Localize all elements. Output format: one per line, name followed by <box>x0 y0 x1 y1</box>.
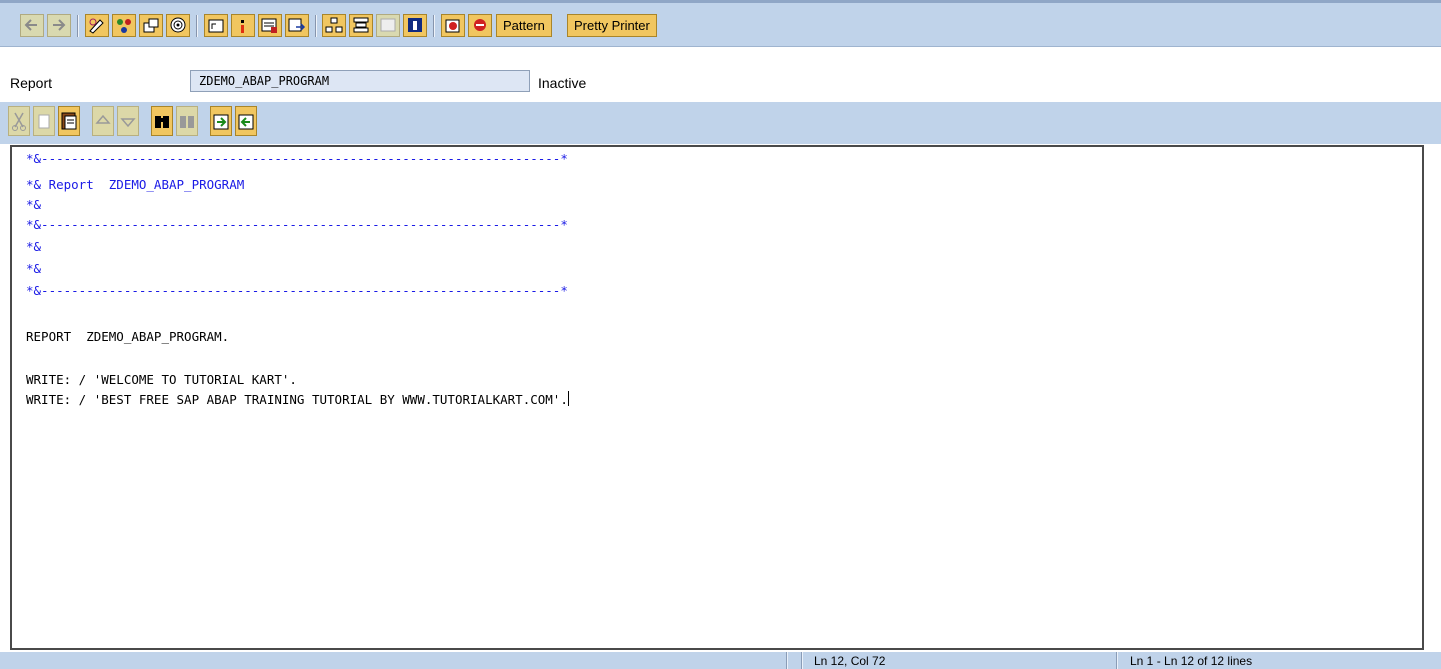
toolbar-separator <box>77 15 79 37</box>
status-divider <box>786 652 788 669</box>
editor-toolbar <box>0 102 1441 144</box>
code-line: REPORT ZDEMO_ABAP_PROGRAM. <box>26 329 230 344</box>
code-line: *&--------------------------------------… <box>26 217 568 232</box>
activate-icon <box>170 17 186 33</box>
navigation-icon <box>288 18 306 32</box>
objects-icon <box>117 19 131 33</box>
stack-icon <box>353 17 369 33</box>
status-bar: Ln 12, Col 72 Ln 1 - Ln 12 of 12 lines <box>0 652 1441 669</box>
redo-button[interactable] <box>117 106 139 136</box>
help-button[interactable] <box>403 14 427 37</box>
stop-icon <box>474 19 486 31</box>
cursor-position: Ln 12, Col 72 <box>814 654 886 668</box>
find-next-button[interactable] <box>176 106 198 136</box>
check-icon <box>143 18 159 33</box>
download-button[interactable] <box>235 106 257 136</box>
toolbar-separator <box>196 15 198 37</box>
where-used-icon <box>241 20 244 33</box>
abap-code-editor[interactable]: *&--------------------------------------… <box>10 145 1424 650</box>
line-range: Ln 1 - Ln 12 of 12 lines <box>1130 654 1253 668</box>
download-icon <box>238 114 254 130</box>
code-line: *& <box>26 239 42 254</box>
code-line: *& Report ZDEMO_ABAP_PROGRAM <box>26 177 245 192</box>
find-next-icon <box>180 116 194 128</box>
upload-button[interactable] <box>210 106 232 136</box>
back-button[interactable] <box>20 14 44 37</box>
set-breakpoint-button[interactable] <box>441 14 465 37</box>
toggle-display-change-button[interactable] <box>85 14 109 37</box>
code-line: *&--------------------------------------… <box>26 151 568 166</box>
toolbar-separator <box>315 15 317 37</box>
text-cursor <box>567 391 569 406</box>
find-button[interactable] <box>151 106 173 136</box>
status-divider <box>801 652 803 669</box>
scissors-icon <box>12 112 26 131</box>
copy-button[interactable] <box>33 106 55 136</box>
arrow-left-icon <box>24 19 37 31</box>
code-line-text: WRITE: / 'BEST FREE SAP ABAP TRAINING TU… <box>26 392 568 407</box>
application-toolbar: Pattern Pretty Printer <box>0 3 1441 47</box>
object-list-icon <box>261 18 277 33</box>
check-button[interactable] <box>139 14 163 37</box>
code-line: *&--------------------------------------… <box>26 283 568 298</box>
program-name-field[interactable]: ZDEMO_ABAP_PROGRAM <box>190 70 530 92</box>
test-direct-button[interactable] <box>204 14 228 37</box>
code-line: WRITE: / 'WELCOME TO TUTORIAL KART'. <box>26 372 297 387</box>
paste-button[interactable] <box>58 106 80 136</box>
session-breakpoint-button[interactable] <box>468 14 492 37</box>
info-icon <box>408 18 422 32</box>
code-line-current: WRITE: / 'BEST FREE SAP ABAP TRAINING TU… <box>26 390 569 409</box>
toolbar-separator <box>433 15 435 37</box>
paste-icon <box>61 112 77 130</box>
upload-icon <box>213 114 229 130</box>
program-status: Inactive <box>538 75 587 91</box>
binoculars-icon <box>155 116 169 128</box>
enhancement-button[interactable] <box>349 14 373 37</box>
code-line: *& <box>26 261 42 276</box>
inactive-list-button[interactable] <box>376 14 400 37</box>
undo-icon <box>95 114 111 124</box>
forward-button[interactable] <box>47 14 71 37</box>
program-header: Report ZDEMO_ABAP_PROGRAM Inactive <box>0 47 1441 102</box>
status-divider <box>1116 652 1118 669</box>
arrow-right-icon <box>53 19 66 31</box>
where-used-button[interactable] <box>231 14 255 37</box>
report-label: Report <box>10 75 53 91</box>
test-icon <box>208 19 224 33</box>
object-list-button[interactable] <box>258 14 282 37</box>
code-line: *& <box>26 197 42 212</box>
cut-button[interactable] <box>8 106 30 136</box>
navigation-window-button[interactable] <box>285 14 309 37</box>
list-icon <box>380 18 396 32</box>
pattern-button[interactable]: Pattern <box>496 14 552 37</box>
redo-icon <box>120 118 136 128</box>
display-object-list-button[interactable] <box>322 14 346 37</box>
activate-button[interactable] <box>166 14 190 37</box>
copy-icon <box>38 114 50 129</box>
pencil-glasses-icon <box>89 18 104 34</box>
pretty-printer-button[interactable]: Pretty Printer <box>567 14 657 37</box>
breakpoint-icon <box>445 19 460 33</box>
other-object-button[interactable] <box>112 14 136 37</box>
undo-button[interactable] <box>92 106 114 136</box>
hierarchy-icon <box>325 17 343 33</box>
